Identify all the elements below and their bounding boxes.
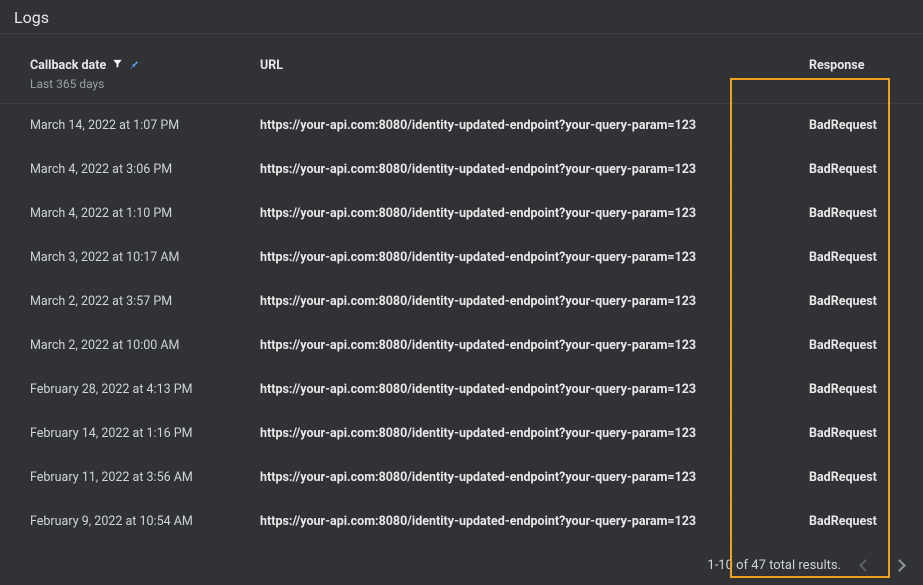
page-title: Logs — [14, 8, 909, 27]
table-header-row: Callback date Last 365 days URL — [0, 34, 923, 104]
column-header-filter-summary: Last 365 days — [30, 77, 248, 91]
table-row[interactable]: February 9, 2022 at 10:54 AM https://your… — [0, 500, 923, 544]
chevron-left-icon — [859, 559, 872, 572]
cell-response: BadRequest — [809, 162, 877, 177]
cell-url: https://your-api.com:8080/identity-updat… — [260, 162, 696, 177]
chevron-right-icon — [893, 559, 906, 572]
cell-callback-date: March 4, 2022 at 3:06 PM — [30, 162, 172, 177]
cell-url: https://your-api.com:8080/identity-updat… — [260, 382, 696, 397]
cell-callback-date: March 2, 2022 at 3:57 PM — [30, 294, 172, 309]
cell-url: https://your-api.com:8080/identity-updat… — [260, 514, 696, 529]
column-header-url[interactable]: URL — [260, 58, 283, 73]
cell-response: BadRequest — [809, 382, 877, 397]
cell-response: BadRequest — [809, 206, 877, 221]
table-body: March 14, 2022 at 1:07 PM https://your-ap… — [0, 104, 923, 544]
cell-response: BadRequest — [809, 426, 877, 441]
cell-url: https://your-api.com:8080/identity-updat… — [260, 118, 696, 133]
table-row[interactable]: March 2, 2022 at 3:57 PM https://your-api… — [0, 280, 923, 324]
table-row[interactable]: February 28, 2022 at 4:13 PM https://your… — [0, 368, 923, 412]
cell-url: https://your-api.com:8080/identity-updat… — [260, 250, 696, 265]
cell-response: BadRequest — [809, 338, 877, 353]
pagination-next-button[interactable] — [889, 555, 909, 575]
cell-callback-date: February 28, 2022 at 4:13 PM — [30, 382, 193, 397]
cell-response: BadRequest — [809, 250, 877, 265]
table-row[interactable]: March 2, 2022 at 10:00 AM https://your-ap… — [0, 324, 923, 368]
cell-callback-date: March 2, 2022 at 10:00 AM — [30, 338, 179, 353]
table-row[interactable]: March 3, 2022 at 10:17 AM https://your-ap… — [0, 236, 923, 280]
cell-url: https://your-api.com:8080/identity-updat… — [260, 470, 696, 485]
cell-callback-date: February 9, 2022 at 10:54 AM — [30, 514, 193, 529]
cell-url: https://your-api.com:8080/identity-updat… — [260, 338, 696, 353]
column-header-callback-date[interactable]: Callback date — [30, 58, 248, 73]
cell-callback-date: February 11, 2022 at 3:56 AM — [30, 470, 193, 485]
table-row[interactable]: March 14, 2022 at 1:07 PM https://your-ap… — [0, 104, 923, 148]
table-row[interactable]: February 14, 2022 at 1:16 PM https://your… — [0, 412, 923, 456]
cell-callback-date: March 4, 2022 at 1:10 PM — [30, 206, 172, 221]
cell-url: https://your-api.com:8080/identity-updat… — [260, 426, 696, 441]
cell-response: BadRequest — [809, 470, 877, 485]
cell-url: https://your-api.com:8080/identity-updat… — [260, 294, 696, 309]
pagination-summary: 1-10 of 47 total results. — [707, 558, 841, 573]
column-header-response[interactable]: Response — [809, 58, 864, 73]
pagination-bar: 1-10 of 47 total results. — [0, 545, 923, 585]
table-row[interactable]: March 4, 2022 at 3:06 PM https://your-api… — [0, 148, 923, 192]
cell-callback-date: February 14, 2022 at 1:16 PM — [30, 426, 193, 441]
table-row[interactable]: February 11, 2022 at 3:56 AM https://your… — [0, 456, 923, 500]
logs-table: Callback date Last 365 days URL — [0, 34, 923, 545]
cell-response: BadRequest — [809, 118, 877, 133]
filter-icon[interactable] — [112, 58, 123, 73]
pagination-prev-button[interactable] — [855, 555, 875, 575]
table-row[interactable]: March 4, 2022 at 1:10 PM https://your-api… — [0, 192, 923, 236]
column-header-label: Callback date — [30, 58, 106, 73]
title-bar: Logs — [0, 0, 923, 34]
cell-response: BadRequest — [809, 514, 877, 529]
pin-icon — [129, 58, 139, 73]
cell-url: https://your-api.com:8080/identity-updat… — [260, 206, 696, 221]
cell-callback-date: March 3, 2022 at 10:17 AM — [30, 250, 179, 265]
cell-callback-date: March 14, 2022 at 1:07 PM — [30, 118, 179, 133]
cell-response: BadRequest — [809, 294, 877, 309]
